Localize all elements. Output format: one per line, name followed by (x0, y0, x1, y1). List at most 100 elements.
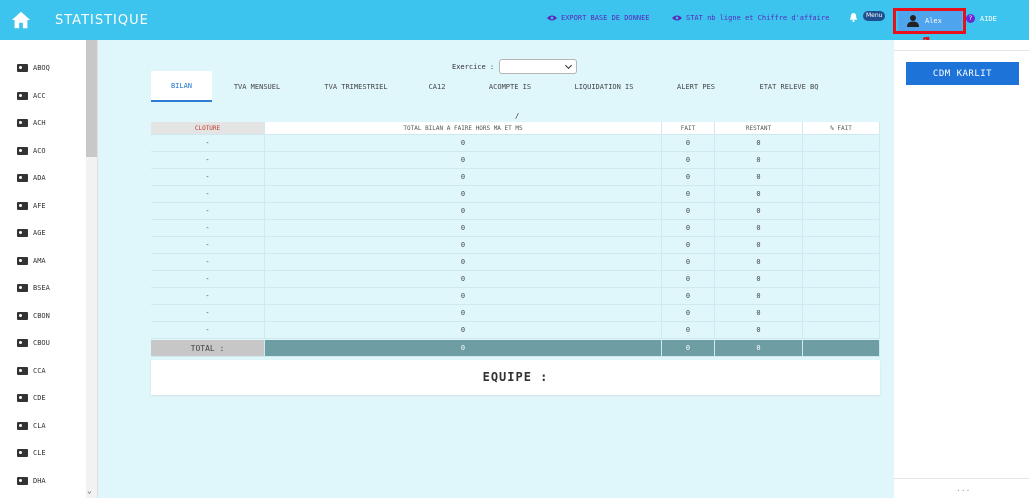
tab-tva-mensuel[interactable]: TVA MENSUEL (222, 71, 292, 102)
contact-card-icon (17, 476, 28, 485)
sidebar-item-label: ABOQ (33, 63, 50, 72)
sidebar-item-label: CBOU (33, 338, 50, 347)
sidebar-item-bsea[interactable]: BSEA (0, 274, 86, 301)
sidebar-item-label: AGE (33, 228, 46, 237)
pct-fait-cell (803, 237, 880, 254)
fait-cell: 0 (662, 220, 715, 237)
header-fait[interactable]: FAIT (662, 122, 715, 135)
cloture-cell: - (151, 305, 265, 322)
pct-fait-cell (803, 135, 880, 152)
pct-fait-cell (803, 322, 880, 339)
contact-card-icon (17, 256, 28, 265)
cdm-karlit-button[interactable]: CDM KARLIT (906, 62, 1019, 85)
tab-ca12[interactable]: CA12 (417, 71, 457, 102)
sidebar-item-cca[interactable]: CCA (0, 357, 86, 384)
panel-footer: ... (956, 484, 971, 493)
cloture-cell: - (151, 271, 265, 288)
contact-card-icon (17, 91, 28, 100)
header-pct-fait[interactable]: % FAIT (803, 122, 880, 135)
sidebar-item-ach[interactable]: ACH (0, 109, 86, 136)
home-icon[interactable] (10, 9, 32, 31)
sidebar-item-aboq[interactable]: ABOQ (0, 54, 86, 81)
restant-cell: 0 (715, 254, 803, 271)
table-row: -000 (151, 305, 880, 322)
sidebar-item-acc[interactable]: ACC (0, 82, 86, 109)
period-separator: / (515, 112, 520, 120)
contact-card-icon (17, 118, 28, 127)
cloture-cell: - (151, 322, 265, 339)
sidebar-item-cbon[interactable]: CBON (0, 302, 86, 329)
sidebar: ABOQ ACC ACH ACO ADA AFE AGE AMA BSEA CB… (0, 40, 98, 498)
total-bilan-cell: 0 (265, 322, 662, 339)
total-restant-value: 0 (715, 340, 803, 357)
fait-cell: 0 (662, 254, 715, 271)
table-row: -000 (151, 254, 880, 271)
sidebar-item-aco[interactable]: ACO (0, 137, 86, 164)
cloture-cell: - (151, 203, 265, 220)
sidebar-scroll-thumb[interactable] (86, 40, 97, 157)
header-restant[interactable]: RESTANT (715, 122, 803, 135)
total-label: TOTAL : (151, 340, 265, 357)
table-row: -000 (151, 203, 880, 220)
table-row: -000 (151, 169, 880, 186)
table-header: CLOTURE TOTAL BILAN A FAIRE HORS MA ET M… (151, 122, 880, 135)
sidebar-item-cde[interactable]: CDE (0, 384, 86, 411)
stat-link[interactable]: STAT nb ligne et Chiffre d'affaire (672, 14, 829, 22)
sidebar-item-ama[interactable]: AMA (0, 247, 86, 274)
fait-cell: 0 (662, 322, 715, 339)
pct-fait-cell (803, 288, 880, 305)
total-bilan-cell: 0 (265, 203, 662, 220)
header-cloture[interactable]: CLOTURE (151, 122, 265, 135)
sidebar-item-label: AMA (33, 256, 46, 265)
sidebar-item-dha[interactable]: DHA (0, 467, 86, 494)
help-link[interactable]: ? AIDE (966, 14, 997, 23)
tab-bilan[interactable]: BILAN (151, 71, 212, 102)
tab-bar: BILAN TVA MENSUEL TVA TRIMESTRIEL CA12 A… (151, 71, 879, 102)
menu-badge[interactable]: Menu (863, 11, 886, 21)
sidebar-item-cbou[interactable]: CBOU (0, 329, 86, 356)
fait-cell: 0 (662, 237, 715, 254)
restant-cell: 0 (715, 169, 803, 186)
annotation-highlight-box (893, 8, 966, 34)
sidebar-item-label: CLA (33, 421, 46, 430)
cloture-cell: - (151, 220, 265, 237)
chevron-down-icon[interactable]: ⌄ (87, 486, 92, 495)
total-bilan-cell: 0 (265, 288, 662, 305)
export-db-link[interactable]: EXPORT BASE DE DONNEE (547, 14, 650, 22)
sidebar-item-cla[interactable]: CLA (0, 412, 86, 439)
cloture-cell: - (151, 186, 265, 203)
fait-cell: 0 (662, 186, 715, 203)
table-row: -000 (151, 271, 880, 288)
sidebar-item-label: CLE (33, 448, 46, 457)
contact-card-icon (17, 393, 28, 402)
pct-fait-cell (803, 152, 880, 169)
pct-fait-cell (803, 169, 880, 186)
table-row: -000 (151, 237, 880, 254)
tab-tva-trimestriel[interactable]: TVA TRIMESTRIEL (311, 71, 401, 102)
contact-card-icon (17, 173, 28, 182)
sidebar-item-ada[interactable]: ADA (0, 164, 86, 191)
tab-liquidation-is[interactable]: LIQUIDATION IS (561, 71, 647, 102)
sidebar-item-label: CCA (33, 366, 46, 375)
total-bilan-value: 0 (265, 340, 662, 357)
sidebar-item-age[interactable]: AGE (0, 219, 86, 246)
restant-cell: 0 (715, 186, 803, 203)
tab-alert-pes[interactable]: ALERT PES (666, 71, 726, 102)
contact-card-icon (17, 228, 28, 237)
bell-icon[interactable] (849, 12, 858, 23)
total-pct-value (803, 340, 880, 357)
fait-cell: 0 (662, 135, 715, 152)
equipe-title: EQUIPE : (482, 370, 549, 384)
fait-cell: 0 (662, 203, 715, 220)
restant-cell: 0 (715, 305, 803, 322)
header-total-bilan[interactable]: TOTAL BILAN A FAIRE HORS MA ET MS (265, 122, 662, 135)
app-title: STATISTIQUE (55, 13, 149, 28)
sidebar-item-afe[interactable]: AFE (0, 192, 86, 219)
tab-etat-releve-bq[interactable]: ETAT RELEVE BQ (744, 71, 834, 102)
sidebar-item-cle[interactable]: CLE (0, 439, 86, 466)
total-bilan-cell: 0 (265, 254, 662, 271)
tab-acompte-is[interactable]: ACOMPTE IS (473, 71, 547, 102)
restant-cell: 0 (715, 288, 803, 305)
table-row: -000 (151, 220, 880, 237)
contact-card-icon (17, 201, 28, 210)
